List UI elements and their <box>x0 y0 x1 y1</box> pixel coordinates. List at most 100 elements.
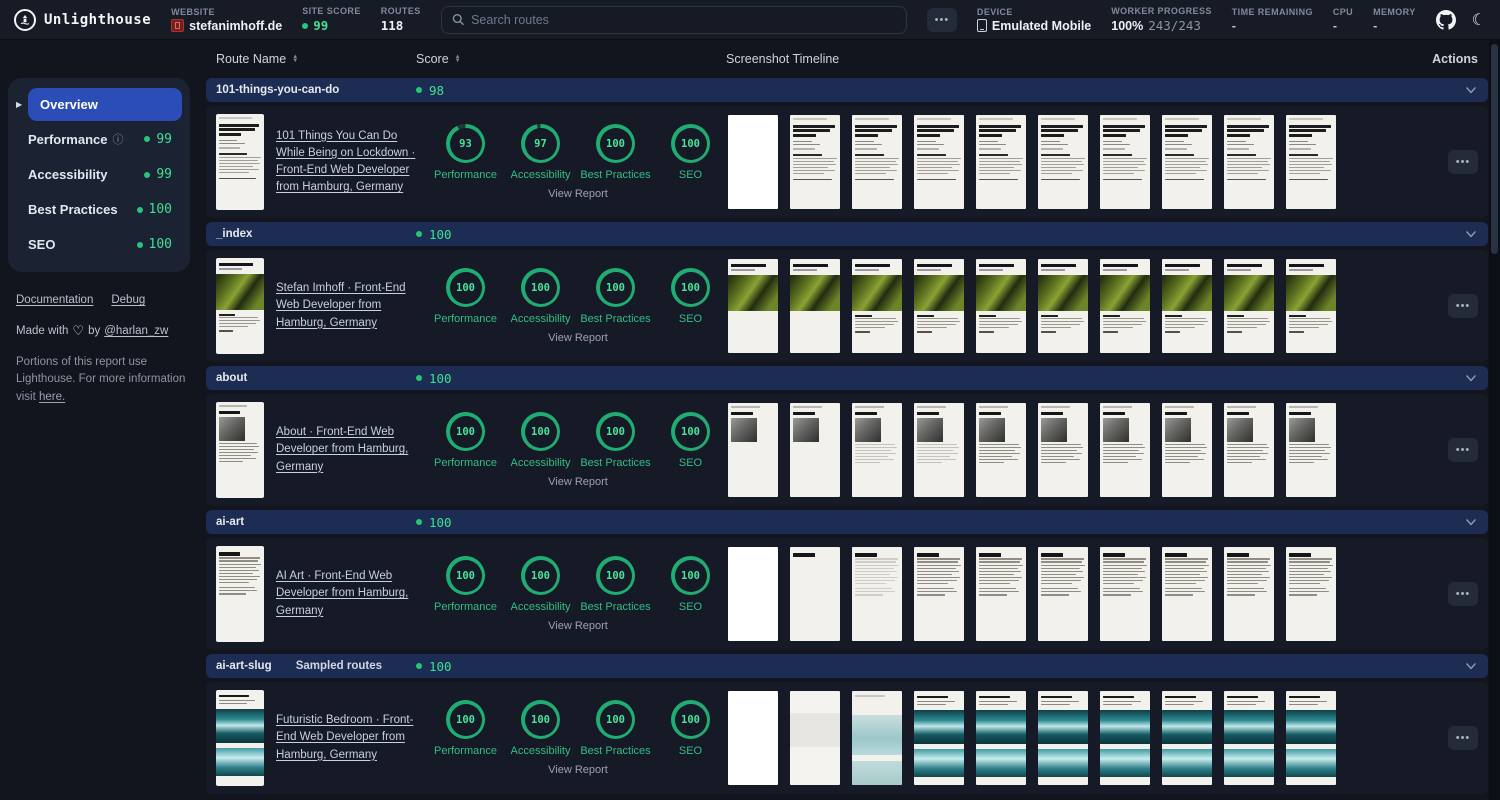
route-group-row[interactable]: _index 100 <box>206 222 1488 246</box>
screenshot-thumbnail[interactable] <box>1286 547 1336 641</box>
screenshot-thumbnail[interactable] <box>914 547 964 641</box>
screenshot-thumbnail[interactable] <box>1038 547 1088 641</box>
screenshot-thumbnail[interactable] <box>852 547 902 641</box>
screenshot-thumbnail[interactable] <box>216 402 264 498</box>
screenshot-thumbnail[interactable] <box>1038 259 1088 353</box>
score-ring-icon[interactable]: 100 <box>596 268 635 307</box>
debug-link[interactable]: Debug <box>111 294 145 306</box>
screenshot-thumbnail[interactable] <box>216 690 264 786</box>
route-group-row[interactable]: 101-things-you-can-do 98 <box>206 78 1488 102</box>
sidebar-item-best-practices[interactable]: Best Practices 100 <box>16 192 182 227</box>
screenshot-thumbnail[interactable] <box>1162 403 1212 497</box>
screenshot-thumbnail[interactable] <box>728 691 778 785</box>
screenshot-thumbnail[interactable] <box>1224 691 1274 785</box>
screenshot-thumbnail[interactable] <box>1100 547 1150 641</box>
sidebar-item-seo[interactable]: SEO 100 <box>16 227 182 262</box>
score-ring-icon[interactable]: 100 <box>671 124 710 163</box>
score-ring-icon[interactable]: 100 <box>521 700 560 739</box>
view-report-link[interactable]: View Report <box>548 188 608 200</box>
score-ring-icon[interactable]: 100 <box>596 412 635 451</box>
screenshot-thumbnail[interactable] <box>852 403 902 497</box>
screenshot-thumbnail[interactable] <box>216 546 264 642</box>
screenshot-thumbnail[interactable] <box>914 259 964 353</box>
screenshot-thumbnail[interactable] <box>216 258 264 354</box>
screenshot-thumbnail[interactable] <box>1162 691 1212 785</box>
vertical-scrollbar[interactable] <box>1489 40 1500 800</box>
chevron-down-icon[interactable] <box>1448 227 1478 241</box>
search-box[interactable] <box>440 5 907 34</box>
score-ring-icon[interactable]: 100 <box>446 556 485 595</box>
screenshot-thumbnail[interactable] <box>790 259 840 353</box>
row-actions-button[interactable]: ••• <box>1448 726 1478 750</box>
screenshot-thumbnail[interactable] <box>790 403 840 497</box>
screenshot-thumbnail[interactable] <box>976 259 1026 353</box>
row-actions-button[interactable]: ••• <box>1448 582 1478 606</box>
view-report-link[interactable]: View Report <box>548 476 608 488</box>
score-ring-icon[interactable]: 100 <box>521 412 560 451</box>
route-title-link[interactable]: Stefan Imhoff · Front-End Web Developer … <box>276 280 428 332</box>
screenshot-thumbnail[interactable] <box>914 403 964 497</box>
screenshot-thumbnail[interactable] <box>1162 547 1212 641</box>
screenshot-thumbnail[interactable] <box>728 115 778 209</box>
author-link[interactable]: @harlan_zw <box>104 325 168 337</box>
screenshot-thumbnail[interactable] <box>1286 691 1336 785</box>
documentation-link[interactable]: Documentation <box>16 294 93 306</box>
notice-here-link[interactable]: here. <box>39 391 65 403</box>
score-ring-icon[interactable]: 97 <box>521 124 560 163</box>
screenshot-thumbnail[interactable] <box>976 115 1026 209</box>
chevron-down-icon[interactable] <box>1448 83 1478 97</box>
screenshot-thumbnail[interactable] <box>852 691 902 785</box>
screenshot-thumbnail[interactable] <box>1224 259 1274 353</box>
screenshot-thumbnail[interactable] <box>1286 115 1336 209</box>
screenshot-thumbnail[interactable] <box>1286 403 1336 497</box>
search-input[interactable] <box>471 12 896 27</box>
score-ring-icon[interactable]: 100 <box>521 268 560 307</box>
screenshot-thumbnail[interactable] <box>1162 259 1212 353</box>
screenshot-thumbnail[interactable] <box>1038 691 1088 785</box>
scrollbar-thumb[interactable] <box>1491 44 1498 254</box>
screenshot-thumbnail[interactable] <box>1224 403 1274 497</box>
screenshot-thumbnail[interactable] <box>1100 403 1150 497</box>
route-group-row[interactable]: ai-art-slug Sampled routes 100 <box>206 654 1488 678</box>
view-report-link[interactable]: View Report <box>548 332 608 344</box>
screenshot-thumbnail[interactable] <box>1224 115 1274 209</box>
score-ring-icon[interactable]: 100 <box>671 412 710 451</box>
score-ring-icon[interactable]: 93 <box>446 124 485 163</box>
screenshot-thumbnail[interactable] <box>790 691 840 785</box>
view-report-link[interactable]: View Report <box>548 620 608 632</box>
score-ring-icon[interactable]: 100 <box>671 268 710 307</box>
screenshot-thumbnail[interactable] <box>1162 115 1212 209</box>
row-actions-button[interactable]: ••• <box>1448 294 1478 318</box>
sidebar-item-performance[interactable]: Performance ⓘ 99 <box>16 121 182 157</box>
screenshot-thumbnail[interactable] <box>976 691 1026 785</box>
screenshot-thumbnail[interactable] <box>852 115 902 209</box>
screenshot-thumbnail[interactable] <box>1224 547 1274 641</box>
screenshot-thumbnail[interactable] <box>976 403 1026 497</box>
screenshot-thumbnail[interactable] <box>1038 115 1088 209</box>
dark-mode-toggle-icon[interactable]: ☾ <box>1472 10 1486 30</box>
screenshot-thumbnail[interactable] <box>1100 691 1150 785</box>
view-report-link[interactable]: View Report <box>548 764 608 776</box>
sort-score-icon[interactable]: ▲ ▼ <box>455 54 461 64</box>
screenshot-thumbnail[interactable] <box>1286 259 1336 353</box>
screenshot-thumbnail[interactable] <box>976 547 1026 641</box>
screenshot-thumbnail[interactable] <box>216 114 264 210</box>
screenshot-thumbnail[interactable] <box>1100 259 1150 353</box>
screenshot-thumbnail[interactable] <box>852 259 902 353</box>
route-title-link[interactable]: About · Front-End Web Developer from Ham… <box>276 424 428 476</box>
route-title-link[interactable]: 101 Things You Can Do While Being on Loc… <box>276 128 428 197</box>
score-ring-icon[interactable]: 100 <box>671 556 710 595</box>
screenshot-thumbnail[interactable] <box>914 691 964 785</box>
route-group-row[interactable]: about 100 <box>206 366 1488 390</box>
row-actions-button[interactable]: ••• <box>1448 438 1478 462</box>
route-group-row[interactable]: ai-art 100 <box>206 510 1488 534</box>
route-title-link[interactable]: AI Art · Front-End Web Developer from Ha… <box>276 568 428 620</box>
score-ring-icon[interactable]: 100 <box>446 268 485 307</box>
screenshot-thumbnail[interactable] <box>728 547 778 641</box>
row-actions-button[interactable]: ••• <box>1448 150 1478 174</box>
score-ring-icon[interactable]: 100 <box>446 700 485 739</box>
score-ring-icon[interactable]: 100 <box>446 412 485 451</box>
sort-route-icon[interactable]: ▲ ▼ <box>292 54 298 64</box>
sidebar-item-accessibility[interactable]: Accessibility 99 <box>16 157 182 192</box>
screenshot-thumbnail[interactable] <box>1100 115 1150 209</box>
